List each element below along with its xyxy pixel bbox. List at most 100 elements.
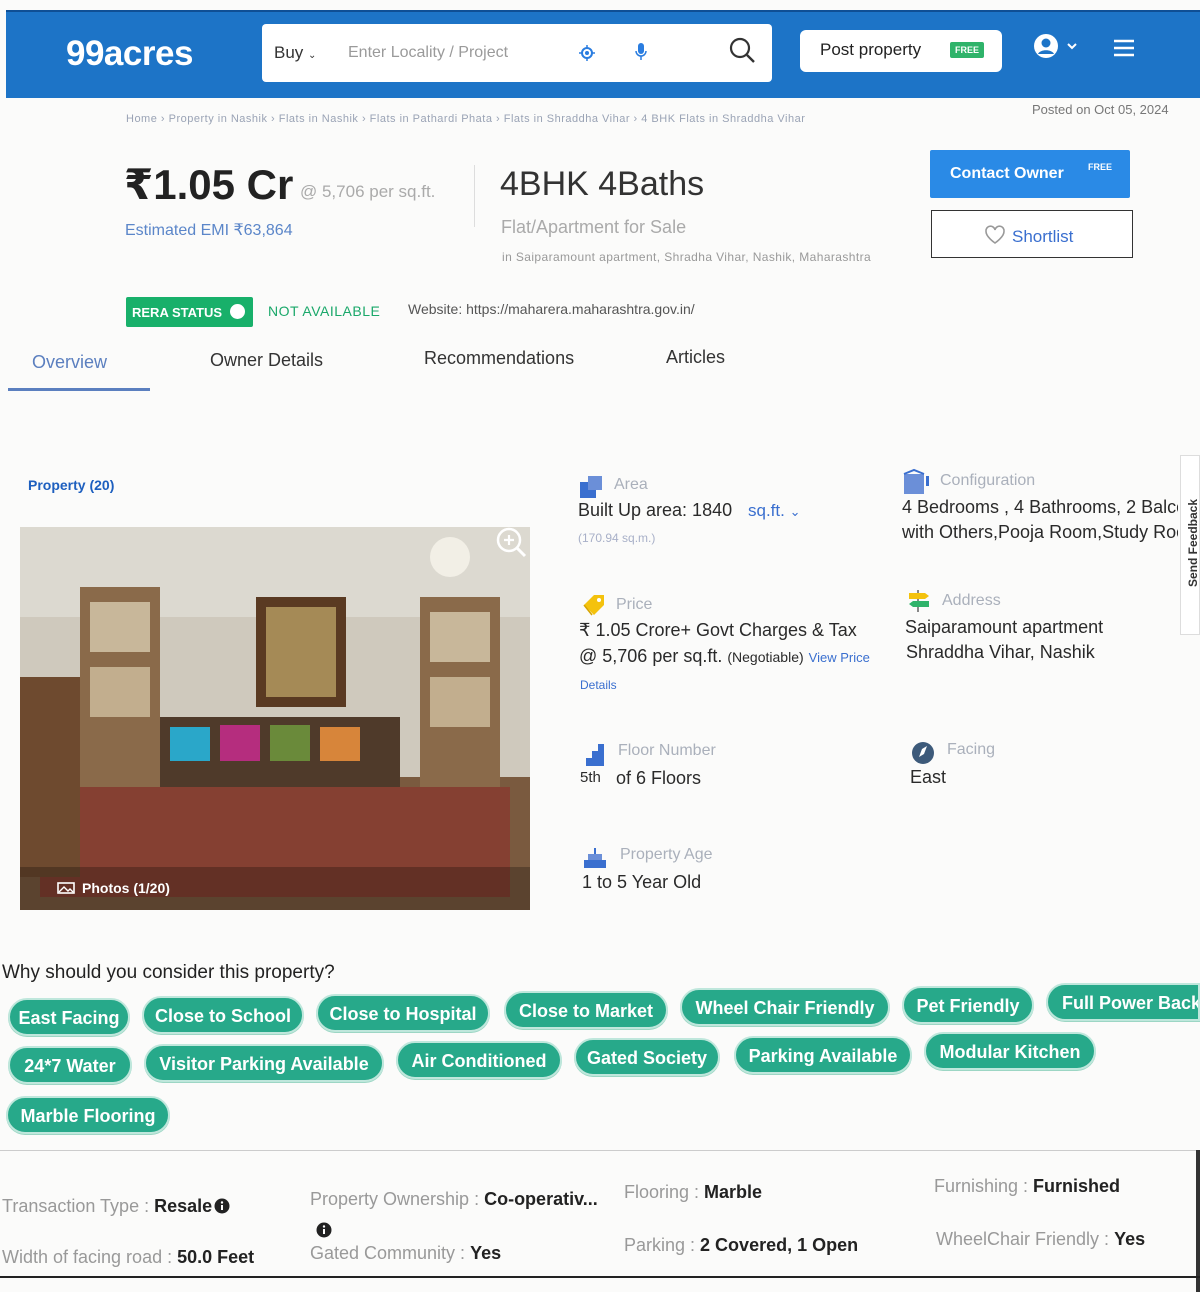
transaction-type-key: Transaction Type : [2, 1196, 155, 1216]
search-bar: Buy ⌄ [262, 24, 772, 82]
area-unit-label: sq.ft. [748, 501, 785, 520]
gated-community-value: Yes [470, 1243, 502, 1263]
configuration-icon [903, 468, 929, 494]
rera-badge-label: RERA STATUS [132, 305, 223, 320]
address-line2: Shraddha Vihar, Nashik [906, 642, 1095, 662]
tab-overview[interactable]: Overview [32, 352, 107, 373]
price-tag-icon [583, 595, 604, 616]
tab-recommendations[interactable]: Recommendations [424, 348, 574, 369]
flooring: Flooring : Marble [624, 1182, 762, 1203]
feature-chip: Visitor Parking Available [144, 1044, 384, 1082]
transaction-type: Transaction Type : Resale [2, 1196, 212, 1217]
feature-chip: Wheel Chair Friendly [680, 988, 890, 1026]
photo-icon [57, 882, 75, 894]
feature-chip: Close to Hospital [316, 994, 490, 1032]
post-property-button[interactable]: Post property FREE [800, 30, 1002, 72]
emi-link[interactable]: Estimated EMI ₹63,864 [125, 220, 293, 240]
info-icon[interactable] [214, 1198, 230, 1214]
furnishing: Furnishing : Furnished [934, 1176, 1120, 1197]
breadcrumb[interactable]: Home › Property in Nashik › Flats in Nas… [126, 113, 805, 125]
property-age-label: Property Age [620, 846, 713, 863]
posted-date: Posted on Oct 05, 2024 [1032, 102, 1169, 117]
floor-number: 5th [580, 769, 601, 786]
price-value: ₹ 1.05 Crore+ Govt Charges & Tax [579, 620, 857, 640]
buy-label: Buy [274, 43, 304, 62]
floor-label: Floor Number [618, 742, 716, 759]
gated-community: Gated Community : Yes [310, 1243, 501, 1264]
hamburger-menu-icon[interactable] [1112, 38, 1136, 58]
feature-chip: Modular Kitchen [924, 1032, 1096, 1070]
configuration-others: with Others,Pooja Room,Study Room [902, 522, 1178, 542]
price-per-sqft-value: @ 5,706 per sq.ft. (Negotiable) View Pri… [579, 646, 870, 667]
heart-icon [985, 225, 1005, 244]
feature-chip: Close to Market [504, 991, 668, 1029]
info-dot-icon[interactable] [230, 304, 245, 319]
contact-owner-label: Contact Owner [950, 165, 1064, 182]
site-logo[interactable]: 99acres [66, 34, 193, 74]
area-label: Area [614, 476, 648, 493]
wheelchair-friendly-value: Yes [1114, 1229, 1146, 1249]
compass-icon [912, 742, 934, 764]
free-badge: FREE [949, 42, 984, 58]
microphone-icon[interactable] [634, 42, 648, 62]
address-line1: Saiparamount apartment [905, 617, 1104, 637]
view-price-link[interactable]: View Price [809, 650, 870, 665]
user-account-icon[interactable] [1032, 32, 1078, 60]
contact-owner-button[interactable]: Contact Owner FREE [930, 150, 1130, 198]
page-edge [0, 1276, 1200, 1278]
chevron-down-icon: ⌄ [789, 504, 801, 519]
free-badge: FREE [1087, 162, 1112, 172]
send-feedback-label: Send Feedback [1186, 498, 1200, 588]
feature-chip: Marble Flooring [6, 1096, 170, 1134]
property-ownership: Property Ownership : Co-operativ... [310, 1189, 598, 1210]
top-navbar: 99acres Buy ⌄ Post property FREE [6, 10, 1200, 98]
tab-articles[interactable]: Articles [666, 347, 725, 368]
summary-divider [474, 165, 475, 227]
send-feedback-tab[interactable]: Send Feedback [1180, 455, 1200, 635]
facing-road-width-value: 50.0 Feet [177, 1247, 255, 1267]
property-photo[interactable] [20, 527, 530, 910]
chevron-down-icon: ⌄ [308, 50, 317, 61]
shortlist-label: Shortlist [1012, 227, 1074, 246]
gallery-title: Property (20) [28, 477, 115, 493]
feature-chip: Pet Friendly [902, 986, 1034, 1024]
property-ownership-value: Co-operativ... [484, 1189, 598, 1209]
transaction-type-value: Resale [154, 1196, 213, 1216]
section-divider [0, 1150, 1200, 1151]
config-title: 4BHK 4Baths [500, 165, 705, 203]
photo-counter[interactable]: Photos (1/20) [82, 880, 170, 896]
flooring-key: Flooring : [624, 1182, 705, 1202]
feature-chip: Parking Available [734, 1036, 912, 1074]
why-consider-heading: Why should you consider this property? [2, 962, 335, 983]
rera-status-value: NOT AVAILABLE [268, 303, 381, 319]
price-details-link[interactable]: Details [580, 678, 617, 692]
area-value: Built Up area: 1840 [578, 500, 733, 520]
rera-status-badge: RERA STATUS [126, 297, 253, 327]
search-icon[interactable] [728, 36, 756, 64]
feature-chip: Gated Society [574, 1038, 720, 1076]
price-label: Price [616, 596, 653, 613]
configuration-label: Configuration [940, 472, 1036, 489]
zoom-in-icon[interactable] [490, 523, 530, 563]
info-icon[interactable] [316, 1222, 332, 1238]
facing-value: East [910, 767, 947, 787]
rera-website[interactable]: Website: https://maharera.maharashtra.go… [408, 301, 695, 317]
parking-key: Parking : [624, 1235, 701, 1255]
search-input[interactable] [348, 38, 548, 68]
furnishing-value: Furnished [1033, 1176, 1121, 1196]
active-tab-underline [8, 388, 150, 391]
address-label: Address [942, 592, 1001, 609]
property-page: 99acres Buy ⌄ Post property FREE Home › … [0, 0, 1200, 1292]
buy-dropdown[interactable]: Buy ⌄ [274, 43, 316, 63]
shortlist-button[interactable]: Shortlist [931, 210, 1133, 258]
floor-value: of 6 Floors [616, 768, 702, 788]
feature-chip: East Facing [8, 998, 130, 1036]
post-property-label: Post property [820, 40, 922, 59]
tab-owner-details[interactable]: Owner Details [210, 350, 323, 371]
price-per-sqft: @ 5,706 per sq.ft. [300, 182, 436, 201]
feature-chip: 24*7 Water [8, 1046, 132, 1084]
area-secondary: (170.94 sq.m.) [578, 531, 656, 545]
locate-me-icon[interactable] [578, 44, 596, 62]
area-unit-dropdown[interactable]: sq.ft. ⌄ [748, 501, 801, 521]
wheelchair-friendly-key: WheelChair Friendly : [936, 1229, 1115, 1249]
